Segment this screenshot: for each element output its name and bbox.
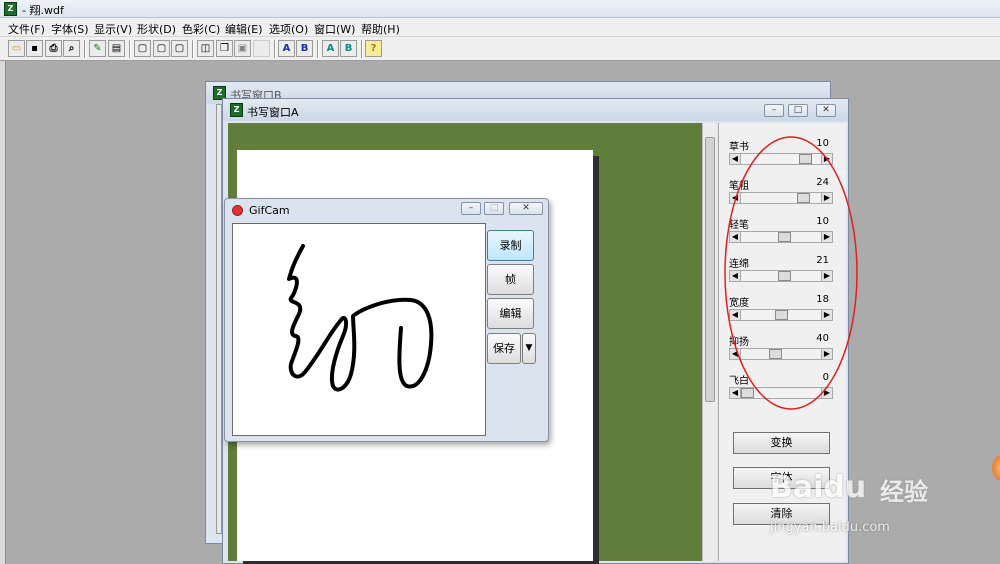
gifcam-minimize-icon[interactable]: – [461,202,481,215]
paste-icon[interactable]: ▣ [234,40,251,57]
toolbar-separator [317,40,319,58]
toolbar-separator [192,40,194,58]
print-preview-icon[interactable]: ⌕ [63,40,80,57]
app-title: - 翔.wdf [22,4,64,17]
record-button[interactable]: 录制 [487,230,534,261]
menu-file[interactable]: 文件(F) [8,21,45,37]
canvas-scrollbar[interactable] [702,123,717,561]
close-icon[interactable]: ✕ [816,104,836,117]
menu-color[interactable]: 色彩(C) [182,21,220,37]
color-b-icon[interactable]: B [340,40,357,57]
watermark: Baidu 经验 jingyan.baidu.com [770,470,960,540]
save-dropdown-icon[interactable]: ▼ [522,333,536,364]
blank-icon [253,40,270,57]
scrollbar-thumb[interactable] [705,137,715,402]
watermark-brand: Baidu [770,470,867,505]
window-a-title: 书写窗口A [247,106,299,119]
toolbar-separator [129,40,131,58]
watermark-url: jingyan.baidu.com [770,520,890,535]
pen-icon[interactable]: ✎ [89,40,106,57]
toolbar: ▭ ▪ ⎙ ⌕ ✎ ▤ ▢ ▢ ▢ ◫ ❐ ▣ A B A B ? [0,37,1000,61]
gifcam-close-icon[interactable]: ✕ [509,202,543,215]
app-title-bar: Z - 翔.wdf [0,0,1000,18]
print-icon[interactable]: ⎙ [45,40,62,57]
help-icon[interactable]: ? [365,40,382,57]
gifcam-title: GifCam [249,204,290,217]
minimize-icon[interactable]: – [764,104,784,117]
font-b-icon[interactable]: B [296,40,313,57]
frame-icon[interactable]: ▤ [108,40,125,57]
transform-button[interactable]: 变换 [733,432,830,454]
color-a-icon[interactable]: A [322,40,339,57]
edit-button[interactable]: 编辑 [487,298,534,329]
watermark-brand-cn: 经验 [880,478,928,506]
font-a-icon[interactable]: A [278,40,295,57]
menu-window[interactable]: 窗口(W) [314,21,355,37]
gifcam-record-icon [232,205,243,216]
window-a-titlebar[interactable]: Z 书写窗口A – □ ✕ [223,99,848,121]
copy-icon[interactable]: ❐ [216,40,233,57]
annotation-ellipse [724,136,858,410]
orb-icon [992,455,1000,481]
gifcam-capture-area[interactable] [232,223,486,436]
menu-options[interactable]: 选项(O) [269,21,308,37]
window-icon[interactable]: ◫ [197,40,214,57]
layout3-icon[interactable]: ▢ [171,40,188,57]
menu-bar: 文件(F) 字体(S) 显示(V) 形状(D) 色彩(C) 编辑(E) 选项(O… [0,18,1000,37]
menu-shape[interactable]: 形状(D) [137,21,176,37]
window-a-icon: Z [230,103,243,117]
gifcam-window[interactable]: GifCam – □ ✕ 录制 帧 编辑 保存 ▼ [224,198,549,442]
save-icon[interactable]: ▪ [26,40,43,57]
layout1-icon[interactable]: ▢ [134,40,151,57]
maximize-icon[interactable]: □ [788,104,808,117]
menu-view[interactable]: 显示(V) [94,21,132,37]
toolbar-separator [361,40,363,58]
frame-button[interactable]: 帧 [487,264,534,295]
menu-font[interactable]: 字体(S) [51,21,89,37]
layout2-icon[interactable]: ▢ [153,40,170,57]
menu-edit[interactable]: 编辑(E) [225,21,263,37]
handwriting-stroke [287,244,434,392]
save-button[interactable]: 保存 [487,333,521,364]
toolbar-separator [84,40,86,58]
workspace-frame [0,61,6,564]
app-icon: Z [4,2,17,16]
toolbar-separator [274,40,276,58]
open-icon[interactable]: ▭ [8,40,25,57]
gifcam-maximize-icon: □ [484,202,504,215]
menu-help[interactable]: 帮助(H) [361,21,400,37]
